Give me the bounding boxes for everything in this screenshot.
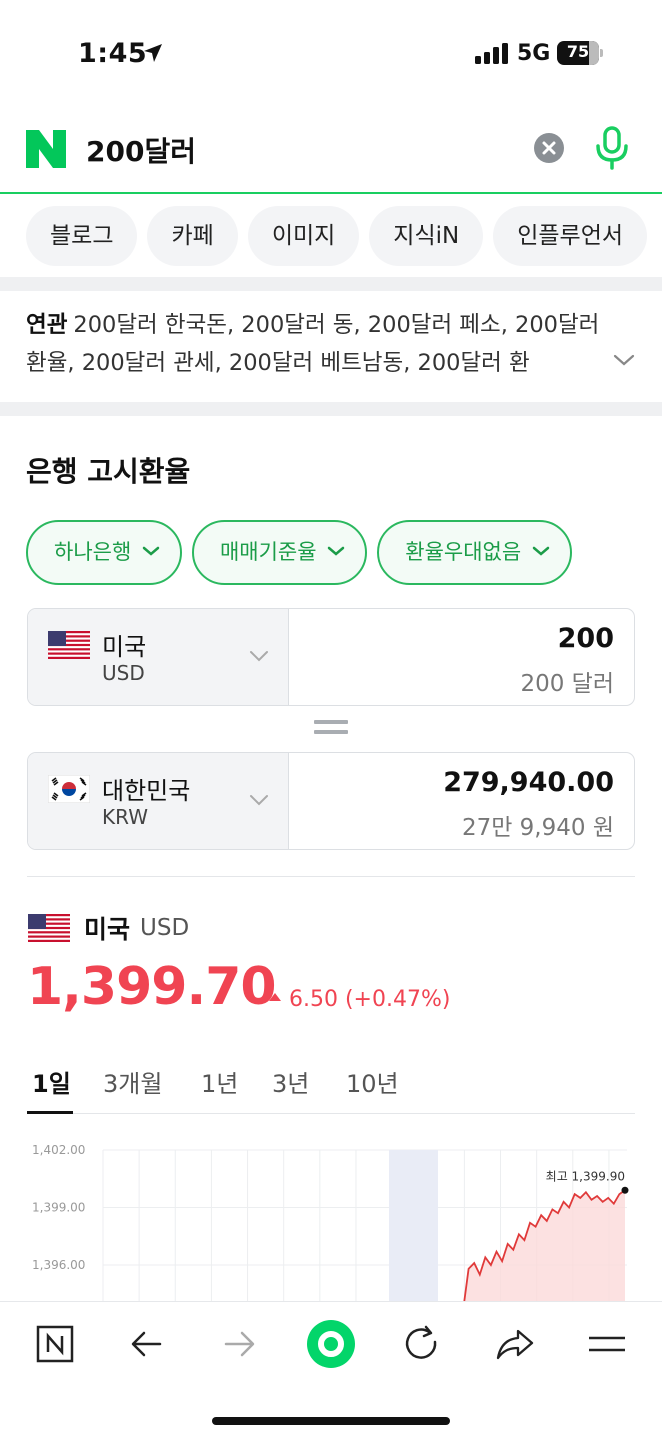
bank-label: 하나은행 [54, 540, 132, 564]
chevron-down-icon [250, 651, 268, 662]
from-currency-box: 미국 USD 200 200 달러 [27, 608, 635, 706]
chart-area-fill [463, 1190, 625, 1302]
tab-1year[interactable]: 1년 [201, 1064, 238, 1099]
search-bar: 200달러 [0, 108, 662, 194]
us-flag-icon [28, 914, 70, 942]
preference-label: 환율우대없음 [405, 540, 522, 564]
tab-10years[interactable]: 10년 [346, 1064, 399, 1099]
tab-cafe[interactable]: 카페 [147, 206, 238, 266]
home-indicator [212, 1417, 450, 1425]
clear-search-button[interactable] [534, 133, 564, 163]
rate-code: USD [140, 915, 190, 941]
close-icon [542, 141, 556, 155]
exchange-rate-chart: 1,402.00 1,399.00 1,396.00 최고 1,399.90 [32, 1143, 629, 1302]
forward-icon[interactable] [219, 1324, 259, 1364]
tab-blog[interactable]: 블로그 [26, 206, 138, 266]
equals-icon [314, 720, 348, 736]
rate-type-label: 매매기준율 [219, 540, 317, 564]
microphone-icon[interactable] [594, 126, 630, 170]
max-point-marker [621, 1186, 629, 1194]
y-tick-label: 1,399.00 [32, 1201, 85, 1215]
green-dot-icon[interactable] [306, 1319, 356, 1369]
expand-chevron-icon[interactable] [612, 352, 636, 368]
rate-change-text: 6.50 (+0.47%) [289, 987, 451, 1012]
chevron-down-icon [142, 546, 160, 556]
tab-1day[interactable]: 1일 [32, 1064, 71, 1099]
share-icon[interactable] [495, 1324, 535, 1364]
section-separator [0, 402, 662, 416]
related-searches[interactable]: 연관 200달러 한국돈, 200달러 동, 200달러 페소, 200달러 환율… [26, 306, 606, 382]
tab-kin[interactable]: 지식iN [369, 206, 484, 266]
from-currency-select[interactable]: 미국 USD [28, 609, 289, 705]
naver-logo-icon[interactable] [26, 130, 66, 168]
active-tab-indicator [27, 1111, 73, 1114]
related-terms[interactable]: 200달러 한국돈, 200달러 동, 200달러 페소, 200달러 환율, … [26, 312, 599, 376]
chevron-down-icon [250, 795, 268, 806]
back-icon[interactable] [127, 1324, 167, 1364]
signal-icon [475, 43, 508, 64]
related-label: 연관 [26, 312, 68, 338]
us-flag-icon [48, 631, 90, 659]
browser-toolbar [0, 1301, 662, 1440]
to-code: KRW [102, 805, 148, 829]
to-country: 대한민국 [102, 777, 191, 805]
search-input[interactable]: 200달러 [86, 130, 196, 170]
tab-3years[interactable]: 3년 [272, 1064, 309, 1099]
battery-level: 75 [566, 42, 590, 61]
section-title: 은행 고시환율 [26, 455, 191, 488]
status-time: 1:45 [78, 38, 148, 69]
network-type: 5G [517, 41, 551, 66]
tab-influencer[interactable]: 인플루언서 [493, 206, 648, 266]
period-tabs: 1일 3개월 1년 3년 10년 [27, 1060, 635, 1114]
filter-pills: 하나은행 매매기준율 환율우대없음 [26, 520, 572, 585]
rate-country: 미국 [84, 915, 131, 944]
from-country: 미국 [102, 633, 147, 661]
y-tick-label: 1,396.00 [32, 1258, 85, 1272]
bank-select-button[interactable]: 하나은행 [26, 520, 182, 585]
section-separator [0, 277, 662, 291]
from-amount-text: 200 달러 [520, 671, 614, 697]
to-amount-value[interactable]: 279,940.00 [443, 767, 614, 798]
preference-select-button[interactable]: 환율우대없음 [377, 520, 572, 585]
chevron-down-icon [532, 546, 550, 556]
rate-header: 미국 USD [28, 910, 189, 946]
chevron-down-icon [328, 546, 345, 556]
refresh-icon[interactable] [402, 1324, 442, 1364]
divider [27, 876, 635, 877]
rate-type-select-button[interactable]: 매매기준율 [191, 520, 368, 585]
search-category-tabs: 블로그 카페 이미지 지식iN 인플루언서 [26, 206, 648, 266]
menu-icon[interactable] [587, 1324, 627, 1364]
tab-3months[interactable]: 3개월 [103, 1064, 162, 1099]
status-bar: 1:45 5G 75 [0, 0, 662, 108]
korea-flag-icon [48, 775, 90, 803]
to-currency-box: 대한민국 KRW 279,940.00 27만 9,940 원 [27, 752, 635, 850]
home-icon[interactable] [35, 1324, 75, 1364]
location-arrow-icon [144, 44, 162, 62]
rate-change: 6.50 (+0.47%) [268, 987, 450, 1012]
market-closed-band [389, 1150, 438, 1302]
y-tick-label: 1,402.00 [32, 1143, 85, 1157]
tab-image[interactable]: 이미지 [247, 206, 360, 266]
up-triangle-icon [269, 993, 281, 1001]
to-amount-text: 27만 9,940 원 [461, 815, 614, 841]
max-point-label: 최고 1,399.90 [546, 1169, 625, 1183]
to-currency-select[interactable]: 대한민국 KRW [28, 753, 289, 849]
from-amount-input[interactable]: 200 [558, 623, 614, 654]
exchange-rate-value: 1,399.70 [27, 957, 277, 1017]
battery-icon: 75 [557, 41, 603, 65]
from-code: USD [102, 661, 145, 685]
